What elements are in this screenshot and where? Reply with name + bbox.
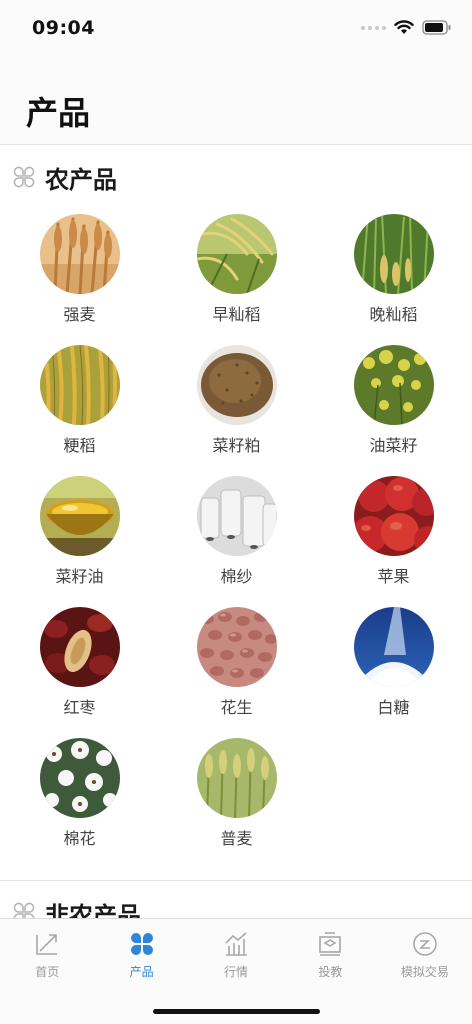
product-item-cotton[interactable]: 棉花 [1,733,158,864]
product-item-cotton-yarn[interactable]: 棉纱 [158,471,315,602]
product-item-white-sugar[interactable]: 白糖 [315,602,472,733]
tab-label: 投教 [318,965,343,979]
product-item-peanut[interactable]: 花生 [158,602,315,733]
product-item-apple[interactable]: 苹果 [315,471,472,602]
wifi-icon [394,20,414,34]
product-label: 花生 [220,698,253,717]
product-item-rapeseed-meal[interactable]: 菜籽粕 [158,340,315,471]
product-item-strong-wheat[interactable]: 强麦 [1,209,158,340]
product-label: 棉纱 [220,567,253,586]
product-list[interactable]: 农产品 强麦 早籼稻 晚籼稻 粳稻 菜籽粕 油菜籽 菜籽油 棉纱 苹果 红枣 花… [0,145,472,919]
section-header-non-agricultural: 非农产品 [0,881,472,919]
cotton-image [39,738,120,818]
red-dates-image [39,607,120,687]
clover-outline-icon [13,902,35,919]
product-label: 晚籼稻 [369,305,418,324]
apples-image [353,476,434,556]
product-label: 早籼稻 [212,305,261,324]
product-label: 菜籽油 [55,567,104,586]
rapeseed-flower-image [353,345,434,425]
tab-education[interactable]: 投教 [283,919,377,989]
tab-label: 模拟交易 [400,965,449,979]
status-time: 09:04 [32,17,95,39]
product-item-japonica-rice[interactable]: 粳稻 [1,340,158,471]
product-item-rapeseed[interactable]: 油菜籽 [315,340,472,471]
tab-label: 产品 [129,965,154,979]
rapeseed-meal-image [196,345,277,425]
product-label: 菜籽粕 [212,436,261,455]
home-chart-icon [36,934,58,955]
clover-icon [130,933,153,955]
golden-rice-image [39,345,120,425]
section-divider [0,866,472,881]
battery-icon [422,20,451,35]
product-label: 棉花 [63,829,96,848]
rice-field-image [196,214,277,294]
product-label: 红枣 [63,698,96,717]
product-label: 普麦 [220,829,253,848]
tab-simulated-trading[interactable]: 模拟交易 [378,919,472,989]
green-wheat-image [196,738,277,818]
tab-label: 行情 [224,965,249,979]
status-indicators [361,20,452,35]
page-header: 产品 [0,58,472,145]
product-label: 强麦 [63,305,96,324]
cellular-signal-icon [361,25,386,30]
section-title: 农产品 [45,165,117,194]
product-item-red-dates[interactable]: 红枣 [1,602,158,733]
product-label: 粳稻 [63,436,96,455]
tab-market[interactable]: 行情 [189,919,283,989]
product-item-late-indica-rice[interactable]: 晚籼稻 [315,209,472,340]
clover-outline-icon [13,166,35,188]
oil-bowl-image [39,476,120,556]
education-icon [319,932,342,956]
wheat-image [39,214,120,294]
rice-plant-image [353,214,434,294]
product-item-common-wheat[interactable]: 普麦 [158,733,315,864]
section-title: 非农产品 [45,901,141,920]
status-bar: 09:04 [0,0,472,58]
tab-label: 首页 [35,965,60,979]
product-label: 苹果 [377,567,410,586]
peanuts-image [196,607,277,687]
screen: 09:04 产品 农产品 强麦 早籼稻 晚籼稻 粳稻 菜籽粕 油菜籽 菜籽油 棉… [0,0,472,1024]
tab-home[interactable]: 首页 [0,919,94,989]
home-indicator [153,1009,320,1014]
product-item-rapeseed-oil[interactable]: 菜籽油 [1,471,158,602]
tab-bar: 首页 产品 行情 投教 模拟交易 [0,918,472,1024]
product-label: 油菜籽 [369,436,418,455]
sugar-image [353,607,434,687]
product-label: 白糖 [377,698,410,717]
page-title: 产品 [26,94,91,132]
yarn-spools-image [196,476,277,556]
tab-products[interactable]: 产品 [94,919,188,989]
trade-icon [413,932,437,956]
product-grid: 强麦 早籼稻 晚籼稻 粳稻 菜籽粕 油菜籽 菜籽油 棉纱 苹果 红枣 花生 白糖… [0,209,472,864]
trend-chart-icon [225,932,248,956]
section-header-agricultural: 农产品 [0,145,472,209]
product-item-early-indica-rice[interactable]: 早籼稻 [158,209,315,340]
